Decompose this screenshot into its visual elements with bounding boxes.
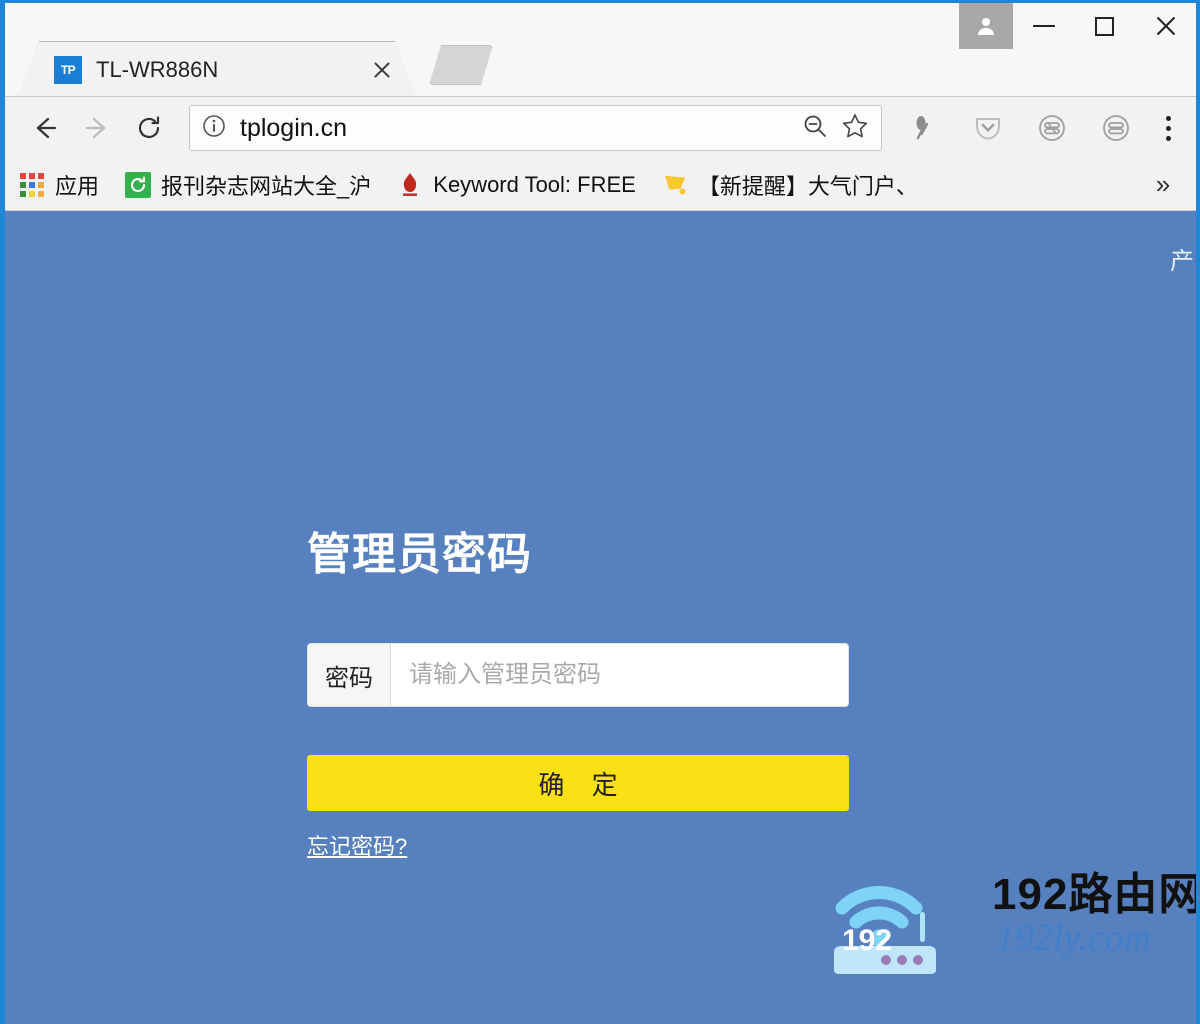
minimize-button[interactable] xyxy=(1013,3,1074,49)
address-bar[interactable]: tplogin.cn xyxy=(189,105,882,151)
menu-dot-2 xyxy=(1166,126,1171,131)
extension-pocket-icon[interactable] xyxy=(956,102,1020,154)
red-flame-icon xyxy=(397,172,423,198)
bookmarks-bar: 应用 报刊杂志网站大全_沪 xyxy=(5,159,1196,211)
menu-dot-1 xyxy=(1166,116,1171,121)
bookmark-item-keyword-tool[interactable]: Keyword Tool: FREE xyxy=(397,172,636,198)
maximize-icon xyxy=(1095,17,1114,36)
tabstrip-divider xyxy=(5,96,1196,97)
close-icon xyxy=(1154,14,1178,38)
maximize-button[interactable] xyxy=(1074,3,1135,49)
tab-favicon-tplink-icon: TP xyxy=(54,56,82,84)
bookmark-label: 报刊杂志网站大全_沪 xyxy=(161,169,371,201)
router-wifi-logo-icon xyxy=(824,864,984,984)
password-input[interactable] xyxy=(391,644,848,706)
watermark: 192 192路由网 192ly.com xyxy=(814,858,1186,988)
extension-circle-glyph-b-icon[interactable] xyxy=(1084,102,1148,154)
password-field-row: 密码 xyxy=(307,643,849,707)
bookmark-label: 【新提醒】大气门户、 xyxy=(698,169,918,201)
apps-grid-icon xyxy=(19,172,45,198)
bookmark-label: Keyword Tool: FREE xyxy=(433,172,636,198)
window-controls xyxy=(959,3,1196,49)
password-field-label: 密码 xyxy=(308,644,391,706)
address-bar-actions xyxy=(801,112,869,145)
zoom-out-icon[interactable] xyxy=(801,112,829,145)
browser-window: TP TL-WR886N xyxy=(0,0,1200,1024)
watermark-main-text: 192路由网 xyxy=(992,858,1196,922)
reload-button[interactable] xyxy=(123,102,175,154)
watermark-badge: 192 xyxy=(842,924,892,958)
router-login-page: 产 管理员密码 密码 确 定 忘记密码? xyxy=(5,211,1196,1024)
bookmarks-overflow-chevron-icon[interactable]: » xyxy=(1140,159,1186,210)
bookmark-item-magazines[interactable]: 报刊杂志网站大全_沪 xyxy=(125,169,371,201)
browser-toolbar: tplogin.cn xyxy=(5,97,1196,159)
watermark-sub-text: 192ly.com xyxy=(996,916,1151,960)
extension-icons xyxy=(892,102,1148,154)
minimize-icon xyxy=(1033,25,1055,27)
page-title: 管理员密码 xyxy=(307,533,849,577)
forward-button xyxy=(71,102,123,154)
browser-tab-active[interactable]: TP TL-WR886N xyxy=(17,41,417,97)
screenshot-root: TP TL-WR886N xyxy=(0,0,1200,1024)
extension-feather-icon[interactable] xyxy=(892,102,956,154)
bookmark-star-icon[interactable] xyxy=(841,112,869,145)
bookmark-label: 应用 xyxy=(55,169,99,201)
back-button[interactable] xyxy=(19,102,71,154)
tab-close-icon[interactable] xyxy=(362,50,402,90)
forgot-password-link[interactable]: 忘记密码? xyxy=(307,829,407,861)
submit-button[interactable]: 确 定 xyxy=(307,755,849,811)
close-window-button[interactable] xyxy=(1135,3,1196,49)
tab-title: TL-WR886N xyxy=(96,57,362,83)
menu-dot-3 xyxy=(1166,136,1171,141)
site-info-icon[interactable] xyxy=(202,114,226,143)
bookmark-item-apps[interactable]: 应用 xyxy=(19,169,99,201)
bookmark-item-portal[interactable]: 【新提醒】大气门户、 xyxy=(662,169,918,201)
green-refresh-icon xyxy=(125,172,151,198)
page-corner-text: 产 xyxy=(1170,241,1194,276)
tab-strip: TP TL-WR886N xyxy=(5,3,1196,97)
yellow-badge-icon xyxy=(662,172,688,198)
address-bar-url: tplogin.cn xyxy=(240,114,801,143)
tab-favicon-label: TP xyxy=(61,63,75,77)
profile-avatar-button[interactable] xyxy=(959,3,1013,49)
new-tab-button[interactable] xyxy=(429,45,493,85)
chrome-menu-button[interactable] xyxy=(1148,102,1188,154)
extension-circle-glyph-a-icon[interactable] xyxy=(1020,102,1084,154)
login-form: 管理员密码 密码 确 定 忘记密码? xyxy=(307,533,849,861)
